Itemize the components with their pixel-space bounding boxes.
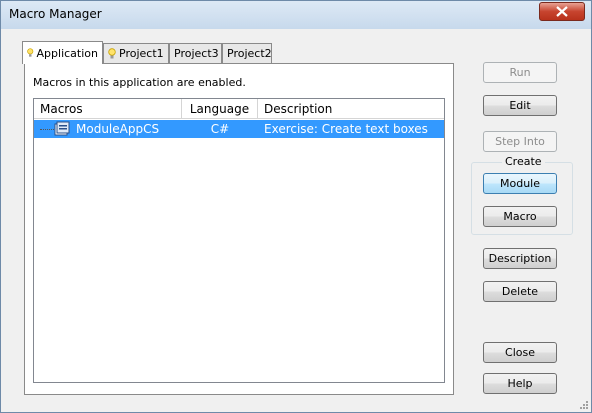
macro-button[interactable]: Macro	[483, 206, 557, 227]
column-header-description[interactable]: Description	[258, 99, 444, 119]
column-header-macros[interactable]: Macros	[34, 99, 182, 119]
column-label: Description	[264, 102, 333, 116]
close-icon	[556, 6, 568, 17]
column-label: Macros	[40, 102, 83, 116]
module-icon	[54, 121, 70, 136]
column-label: Language	[189, 102, 250, 116]
tab-label: Project3	[174, 47, 219, 60]
tab-project1[interactable]: Project1	[103, 43, 169, 63]
edit-button[interactable]: Edit	[483, 95, 557, 116]
module-button[interactable]: Module	[483, 173, 557, 194]
resize-grip-icon[interactable]	[578, 399, 589, 410]
lightbulb-icon	[27, 48, 34, 57]
lightbulb-icon	[108, 47, 116, 58]
window-close-button[interactable]	[539, 2, 585, 21]
macro-manager-window: Macro Manager Application Project1 Proje…	[0, 0, 592, 413]
tab-project3[interactable]: Project3	[169, 43, 222, 63]
description-cell: Exercise: Create text boxes	[264, 122, 428, 136]
column-header-language[interactable]: Language	[182, 99, 258, 119]
tab-label: Project2	[227, 47, 272, 60]
window-title: Macro Manager	[9, 7, 102, 21]
tab-panel-application: Macros in this application are enabled. …	[24, 63, 454, 395]
macro-name-cell: ModuleAppCS	[76, 122, 160, 136]
create-group-label: Create	[502, 155, 545, 168]
list-header: Macros Language Description	[34, 99, 444, 119]
table-row[interactable]: ModuleAppCS C# Exercise: Create text box…	[34, 120, 444, 138]
help-button[interactable]: Help	[483, 373, 557, 394]
tab-application[interactable]: Application	[22, 41, 103, 64]
macros-list[interactable]: Macros Language Description ModuleAppCS	[33, 98, 445, 383]
delete-button[interactable]: Delete	[483, 281, 557, 302]
macros-enabled-text: Macros in this application are enabled.	[33, 76, 246, 89]
language-cell: C#	[210, 122, 230, 136]
tree-connector	[40, 129, 54, 130]
close-button[interactable]: Close	[483, 342, 557, 363]
step-into-button[interactable]: Step Into	[483, 131, 557, 152]
run-button[interactable]: Run	[483, 62, 557, 83]
tab-label: Application	[36, 46, 98, 60]
tab-project2[interactable]: Project2	[222, 43, 272, 63]
description-button[interactable]: Description	[483, 248, 557, 269]
title-bar[interactable]: Macro Manager	[1, 1, 591, 29]
tab-label: Project1	[119, 47, 164, 60]
